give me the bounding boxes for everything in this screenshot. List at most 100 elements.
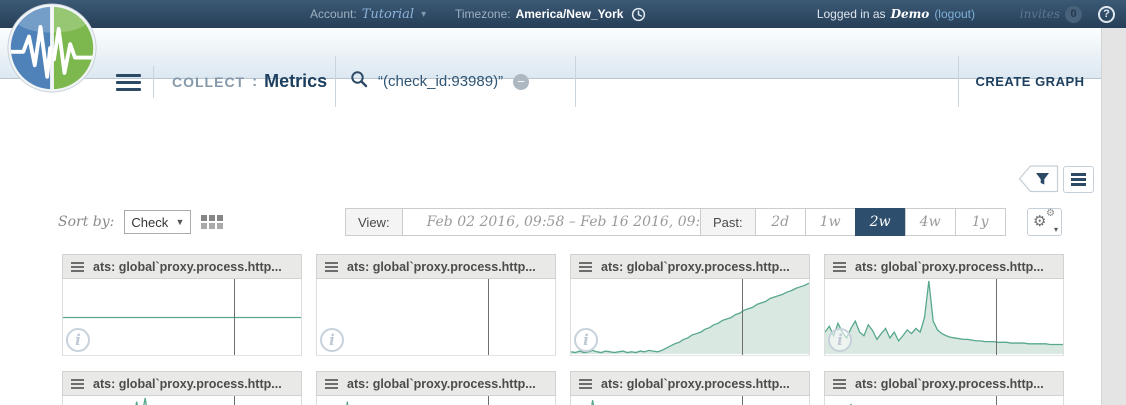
- header-divider: [153, 66, 154, 98]
- info-icon[interactable]: i: [828, 328, 852, 352]
- filter-button[interactable]: [1018, 165, 1059, 193]
- sort-by-label: Sort by:: [58, 214, 114, 230]
- logout-link[interactable]: (logout): [934, 7, 975, 21]
- chevron-down-icon: ▾: [421, 9, 426, 20]
- metric-tile: ats: global`proxy.process.http... i: [316, 371, 556, 405]
- past-1y-button[interactable]: 1y: [955, 208, 1006, 236]
- account-label: Account:: [310, 7, 357, 21]
- metric-tile-header[interactable]: ats: global`proxy.process.http...: [316, 254, 556, 279]
- view-range-group: View: Feb 02 2016, 09:58 – Feb 16 2016, …: [345, 208, 743, 236]
- main-menu-icon[interactable]: [116, 74, 141, 95]
- metric-tile: ats: global`proxy.process.http... i: [570, 371, 810, 405]
- metric-sparkline[interactable]: i: [570, 396, 810, 405]
- metric-tile: ats: global`proxy.process.http... i: [62, 254, 302, 356]
- page-title: Metrics: [264, 71, 327, 92]
- sparkline-chart: [317, 279, 555, 355]
- gear-small-icon: ⚙: [1046, 208, 1055, 219]
- metric-tile-header[interactable]: ats: global`proxy.process.http...: [62, 254, 302, 279]
- past-4w-button[interactable]: 4w: [905, 208, 956, 236]
- metric-tile: ats: global`proxy.process.http... i: [316, 254, 556, 356]
- info-icon[interactable]: i: [320, 328, 344, 352]
- sparkline-chart: [571, 279, 809, 355]
- past-2d-button[interactable]: 2d: [755, 208, 806, 236]
- metric-tile-header[interactable]: ats: global`proxy.process.http...: [62, 371, 302, 396]
- time-marker-line: [488, 279, 489, 355]
- metric-sparkline[interactable]: i: [824, 279, 1064, 356]
- search-icon: [350, 70, 368, 93]
- metric-title: ats: global`proxy.process.http...: [347, 377, 536, 391]
- metric-tile-header[interactable]: ats: global`proxy.process.http...: [316, 371, 556, 396]
- current-user: Demo: [891, 7, 930, 21]
- sparkline-chart: [825, 396, 1063, 405]
- invites-group[interactable]: invites 0: [1020, 0, 1082, 28]
- metric-title: ats: global`proxy.process.http...: [601, 377, 790, 391]
- search-box[interactable]: “(check_id:93989)” −: [335, 56, 576, 107]
- clear-search-icon[interactable]: −: [513, 74, 529, 90]
- tile-menu-icon[interactable]: [71, 377, 84, 391]
- breadcrumb-section: COLLECT: [172, 74, 245, 90]
- metric-tile-header[interactable]: ats: global`proxy.process.http...: [570, 254, 810, 279]
- account-group[interactable]: Account: Tutorial ▾: [310, 0, 426, 28]
- sort-select-value: Check: [131, 215, 168, 230]
- info-icon[interactable]: i: [66, 328, 90, 352]
- metric-title: ats: global`proxy.process.http...: [93, 377, 282, 391]
- timezone-group[interactable]: Timezone: America/New_York: [455, 0, 646, 28]
- metric-tile: ats: global`proxy.process.http... i: [570, 254, 810, 356]
- breadcrumb-separator: :: [252, 73, 257, 90]
- metric-tile: ats: global`proxy.process.http... i: [824, 254, 1064, 356]
- gear-icon: ⚙: [1033, 212, 1046, 230]
- metric-sparkline[interactable]: i: [62, 396, 302, 405]
- grid-view-icon[interactable]: [201, 215, 223, 229]
- account-selector[interactable]: Tutorial: [362, 7, 414, 22]
- metric-sparkline[interactable]: i: [570, 279, 810, 356]
- tile-menu-icon[interactable]: [325, 260, 338, 274]
- create-graph-button[interactable]: CREATE GRAPH: [958, 56, 1101, 107]
- help-group[interactable]: ?: [1098, 0, 1115, 28]
- info-icon[interactable]: i: [574, 328, 598, 352]
- past-label: Past:: [700, 208, 756, 236]
- sparkline-chart: [825, 279, 1063, 355]
- logged-in-prefix: Logged in as: [817, 7, 886, 21]
- sort-select[interactable]: Check ▼: [124, 210, 191, 234]
- metrics-grid: ats: global`proxy.process.http... i ats:…: [62, 254, 1064, 405]
- past-1w-button[interactable]: 1w: [805, 208, 856, 236]
- metric-sparkline[interactable]: i: [824, 396, 1064, 405]
- view-range-value[interactable]: Feb 02 2016, 09:58 – Feb 16 2016, 09:58: [402, 208, 743, 236]
- metric-sparkline[interactable]: i: [62, 279, 302, 356]
- metric-tile-header[interactable]: ats: global`proxy.process.http...: [824, 371, 1064, 396]
- list-view-button[interactable]: [1063, 166, 1094, 193]
- metric-title: ats: global`proxy.process.http...: [347, 260, 536, 274]
- settings-button[interactable]: ⚙ ⚙ ▾: [1027, 208, 1062, 236]
- time-marker-line: [742, 279, 743, 355]
- timezone-label: Timezone:: [455, 7, 511, 21]
- time-marker-line: [996, 396, 997, 405]
- tile-menu-icon[interactable]: [325, 377, 338, 391]
- tile-menu-icon[interactable]: [71, 260, 84, 274]
- timezone-value[interactable]: America/New_York: [516, 7, 624, 21]
- metric-title: ats: global`proxy.process.http...: [601, 260, 790, 274]
- tile-menu-icon[interactable]: [833, 377, 846, 391]
- app-window: Account: Tutorial ▾ Timezone: America/Ne…: [0, 0, 1126, 405]
- metric-tile: ats: global`proxy.process.http... i: [62, 371, 302, 405]
- breadcrumb: COLLECT : Metrics: [172, 56, 327, 107]
- sparkline-chart: [317, 396, 555, 405]
- search-query[interactable]: “(check_id:93989)”: [378, 73, 503, 90]
- scrollbar-track[interactable]: [1101, 28, 1126, 405]
- circonus-logo[interactable]: [6, 2, 98, 94]
- metric-tile-header[interactable]: ats: global`proxy.process.http...: [824, 254, 1064, 279]
- metric-sparkline[interactable]: i: [316, 279, 556, 356]
- help-icon[interactable]: ?: [1098, 6, 1115, 23]
- tile-menu-icon[interactable]: [579, 260, 592, 274]
- time-marker-line: [488, 396, 489, 405]
- past-2w-button[interactable]: 2w: [855, 208, 906, 236]
- metric-sparkline[interactable]: i: [316, 396, 556, 405]
- metric-title: ats: global`proxy.process.http...: [855, 260, 1044, 274]
- tile-menu-icon[interactable]: [579, 377, 592, 391]
- view-label: View:: [345, 208, 403, 236]
- tile-menu-icon[interactable]: [833, 260, 846, 274]
- invites-label[interactable]: invites: [1020, 7, 1060, 21]
- metric-tile-header[interactable]: ats: global`proxy.process.http...: [570, 371, 810, 396]
- sparkline-chart: [571, 396, 809, 405]
- clock-icon: [631, 7, 646, 22]
- content-area: Sort by: Check ▼ View: Feb 02 2016, 09:5…: [0, 79, 1126, 405]
